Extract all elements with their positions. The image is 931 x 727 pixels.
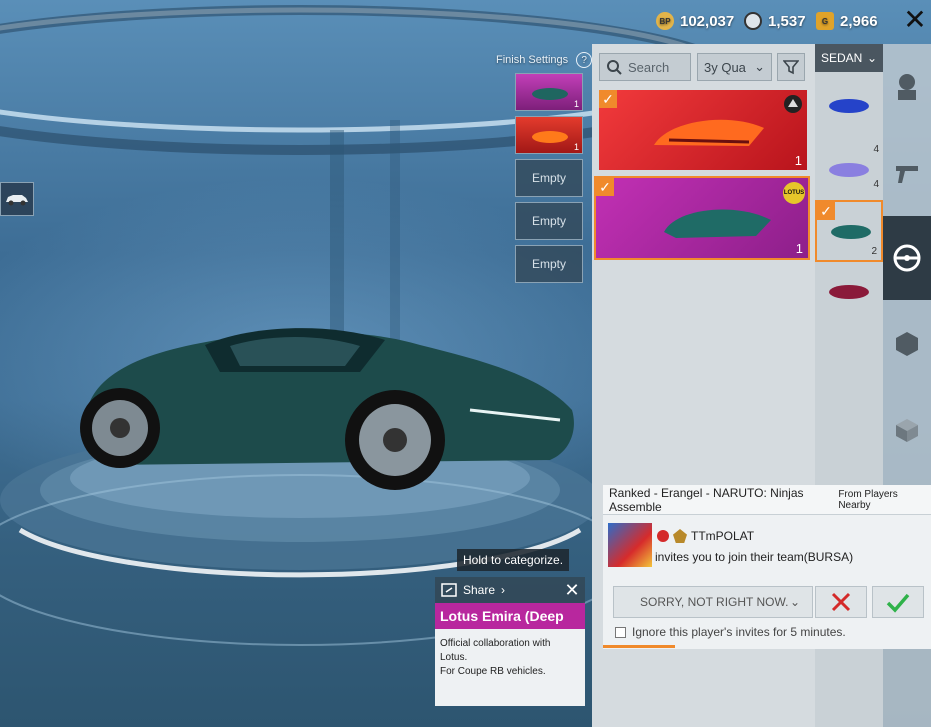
gold-g-coin-icon: G: [816, 12, 834, 30]
finish-slot-empty-1[interactable]: Empty: [515, 159, 583, 197]
finish-slot-1[interactable]: 1: [515, 73, 583, 111]
check-icon: ✓: [817, 202, 835, 220]
bp-value: 102,037: [680, 12, 735, 30]
avatar: [608, 523, 652, 567]
rank-badge-icon: [673, 529, 687, 543]
silver-value: 1,537: [768, 12, 806, 30]
item-description: Official collaboration with Lotus. For C…: [435, 629, 585, 706]
red-car-thumb-icon: [532, 131, 568, 143]
finish-slot-empty-2[interactable]: Empty: [515, 202, 583, 240]
graffiti-car-icon: [829, 163, 869, 177]
lotus-logo-icon: LOTUS: [783, 182, 805, 204]
close-item-info-icon[interactable]: ✕: [559, 577, 585, 603]
vehicle-type-count: 4: [873, 179, 879, 190]
ignore-invites-text: Ignore this player's invites for 5 minut…: [632, 625, 846, 639]
blue-car-icon: [829, 99, 869, 113]
team-invite-popup: Ranked - Erangel - NARUTO: Ninjas Assemb…: [603, 485, 931, 649]
finish-settings-label: Finish Settings: [496, 54, 569, 66]
skin-card-red[interactable]: ✓ 1: [599, 90, 807, 170]
categorize-tooltip: Hold to categorize.: [457, 549, 570, 571]
item-description-line-2: For Coupe RB vehicles.: [440, 666, 546, 677]
bp-currency: BP 102,037: [656, 12, 734, 30]
search-icon: [607, 60, 622, 75]
vehicle-type-maroon[interactable]: [815, 266, 883, 326]
vehicle-type-teal-selected[interactable]: ✓ 2: [815, 200, 883, 262]
chevron-down-icon: ⌄: [789, 595, 800, 609]
nav-character[interactable]: [883, 44, 931, 130]
item-description-line-1: Official collaboration with Lotus.: [440, 638, 551, 663]
filter-icon: [783, 60, 799, 75]
bp-coin-icon: BP: [656, 12, 674, 30]
invite-mode: Ranked - Erangel - NARUTO: Ninjas Assemb…: [609, 485, 804, 514]
sort-dropdown[interactable]: 3y Qua ⌄: [697, 53, 772, 81]
car-icon: [6, 195, 28, 206]
skin-count: 1: [794, 153, 802, 168]
category-value: SEDAN: [821, 51, 863, 65]
chevron-right-icon: ›: [501, 583, 506, 597]
nav-shelter[interactable]: [883, 302, 931, 386]
silver-currency: 1,537: [744, 12, 806, 30]
search-placeholder: Search: [628, 59, 670, 75]
share-label: Share: [463, 583, 496, 597]
check-icon: ✓: [599, 90, 617, 108]
sort-value: 3y Qua: [704, 59, 746, 75]
accept-check-icon: [886, 593, 910, 613]
invite-timer-bar: [603, 645, 676, 648]
item-title: Lotus Emira (Deep: [440, 608, 564, 624]
search-input[interactable]: Search: [599, 53, 691, 81]
nav-weapons[interactable]: [883, 130, 931, 214]
skin-count: 1: [795, 241, 803, 256]
teal-sports-car-icon: [664, 209, 771, 238]
chevron-down-icon: ⌄: [754, 59, 765, 74]
help-icon[interactable]: ?: [576, 52, 593, 68]
item-title-bar: Lotus Emira (Deep: [435, 603, 585, 629]
invite-player-row: TTmPOLAT: [657, 529, 754, 543]
accept-button[interactable]: [872, 586, 924, 618]
nav-vehicles-selected[interactable]: [883, 216, 931, 300]
category-dropdown[interactable]: SEDAN ⌄: [815, 44, 883, 72]
finish-slot-2[interactable]: 1: [515, 116, 583, 154]
steering-wheel-icon: [893, 244, 921, 272]
invite-message: invites you to join their team(BURSA): [655, 550, 854, 564]
gold-value: 2,966: [840, 12, 878, 30]
brand-emblem-icon: [784, 95, 802, 113]
invite-source: From Players Nearby: [838, 488, 898, 511]
decline-reason-dropdown[interactable]: SORRY, NOT RIGHT NOW. ⌄: [613, 586, 813, 618]
check-icon: ✓: [596, 178, 614, 196]
share-icon: [441, 583, 457, 597]
chevron-down-icon: ⌄: [866, 51, 877, 65]
invite-player-name: TTmPOLAT: [691, 529, 755, 543]
vehicle-view-button[interactable]: [0, 182, 34, 216]
crate-icon: [896, 419, 918, 442]
vehicle-type-blue[interactable]: 4: [815, 76, 883, 158]
turkey-flag-icon: [657, 530, 669, 542]
slot-count: 1: [573, 142, 579, 152]
silver-fragment-icon: [744, 12, 762, 30]
masked-character-icon: [898, 74, 916, 100]
gun-icon: [896, 166, 918, 183]
decline-x-icon: [831, 592, 851, 612]
close-icon[interactable]: ✕: [901, 6, 929, 34]
ignore-invites-option[interactable]: Ignore this player's invites for 5 minut…: [615, 625, 846, 639]
teal-car-thumb-icon: [532, 88, 568, 100]
skin-card-teal-selected[interactable]: ✓ LOTUS 1: [594, 176, 810, 260]
finish-slot-empty-3[interactable]: Empty: [515, 245, 583, 283]
hexagon-icon: [896, 332, 918, 356]
maroon-car-icon: [829, 285, 869, 299]
nav-crate[interactable]: [883, 388, 931, 472]
ignore-checkbox[interactable]: [615, 626, 626, 638]
invite-header: Ranked - Erangel - NARUTO: Ninjas Assemb…: [603, 485, 931, 515]
finish-settings: Finish Settings ?: [496, 52, 593, 68]
vehicle-type-count: 2: [871, 246, 877, 257]
red-sports-car-icon: [654, 119, 764, 146]
filter-button[interactable]: [777, 53, 805, 81]
decline-button[interactable]: [815, 586, 867, 618]
slot-count: 1: [573, 99, 579, 109]
vehicle-type-count: 4: [873, 144, 879, 155]
decline-reason-value: SORRY, NOT RIGHT NOW.: [640, 595, 789, 609]
gold-currency: G 2,966: [816, 12, 878, 30]
